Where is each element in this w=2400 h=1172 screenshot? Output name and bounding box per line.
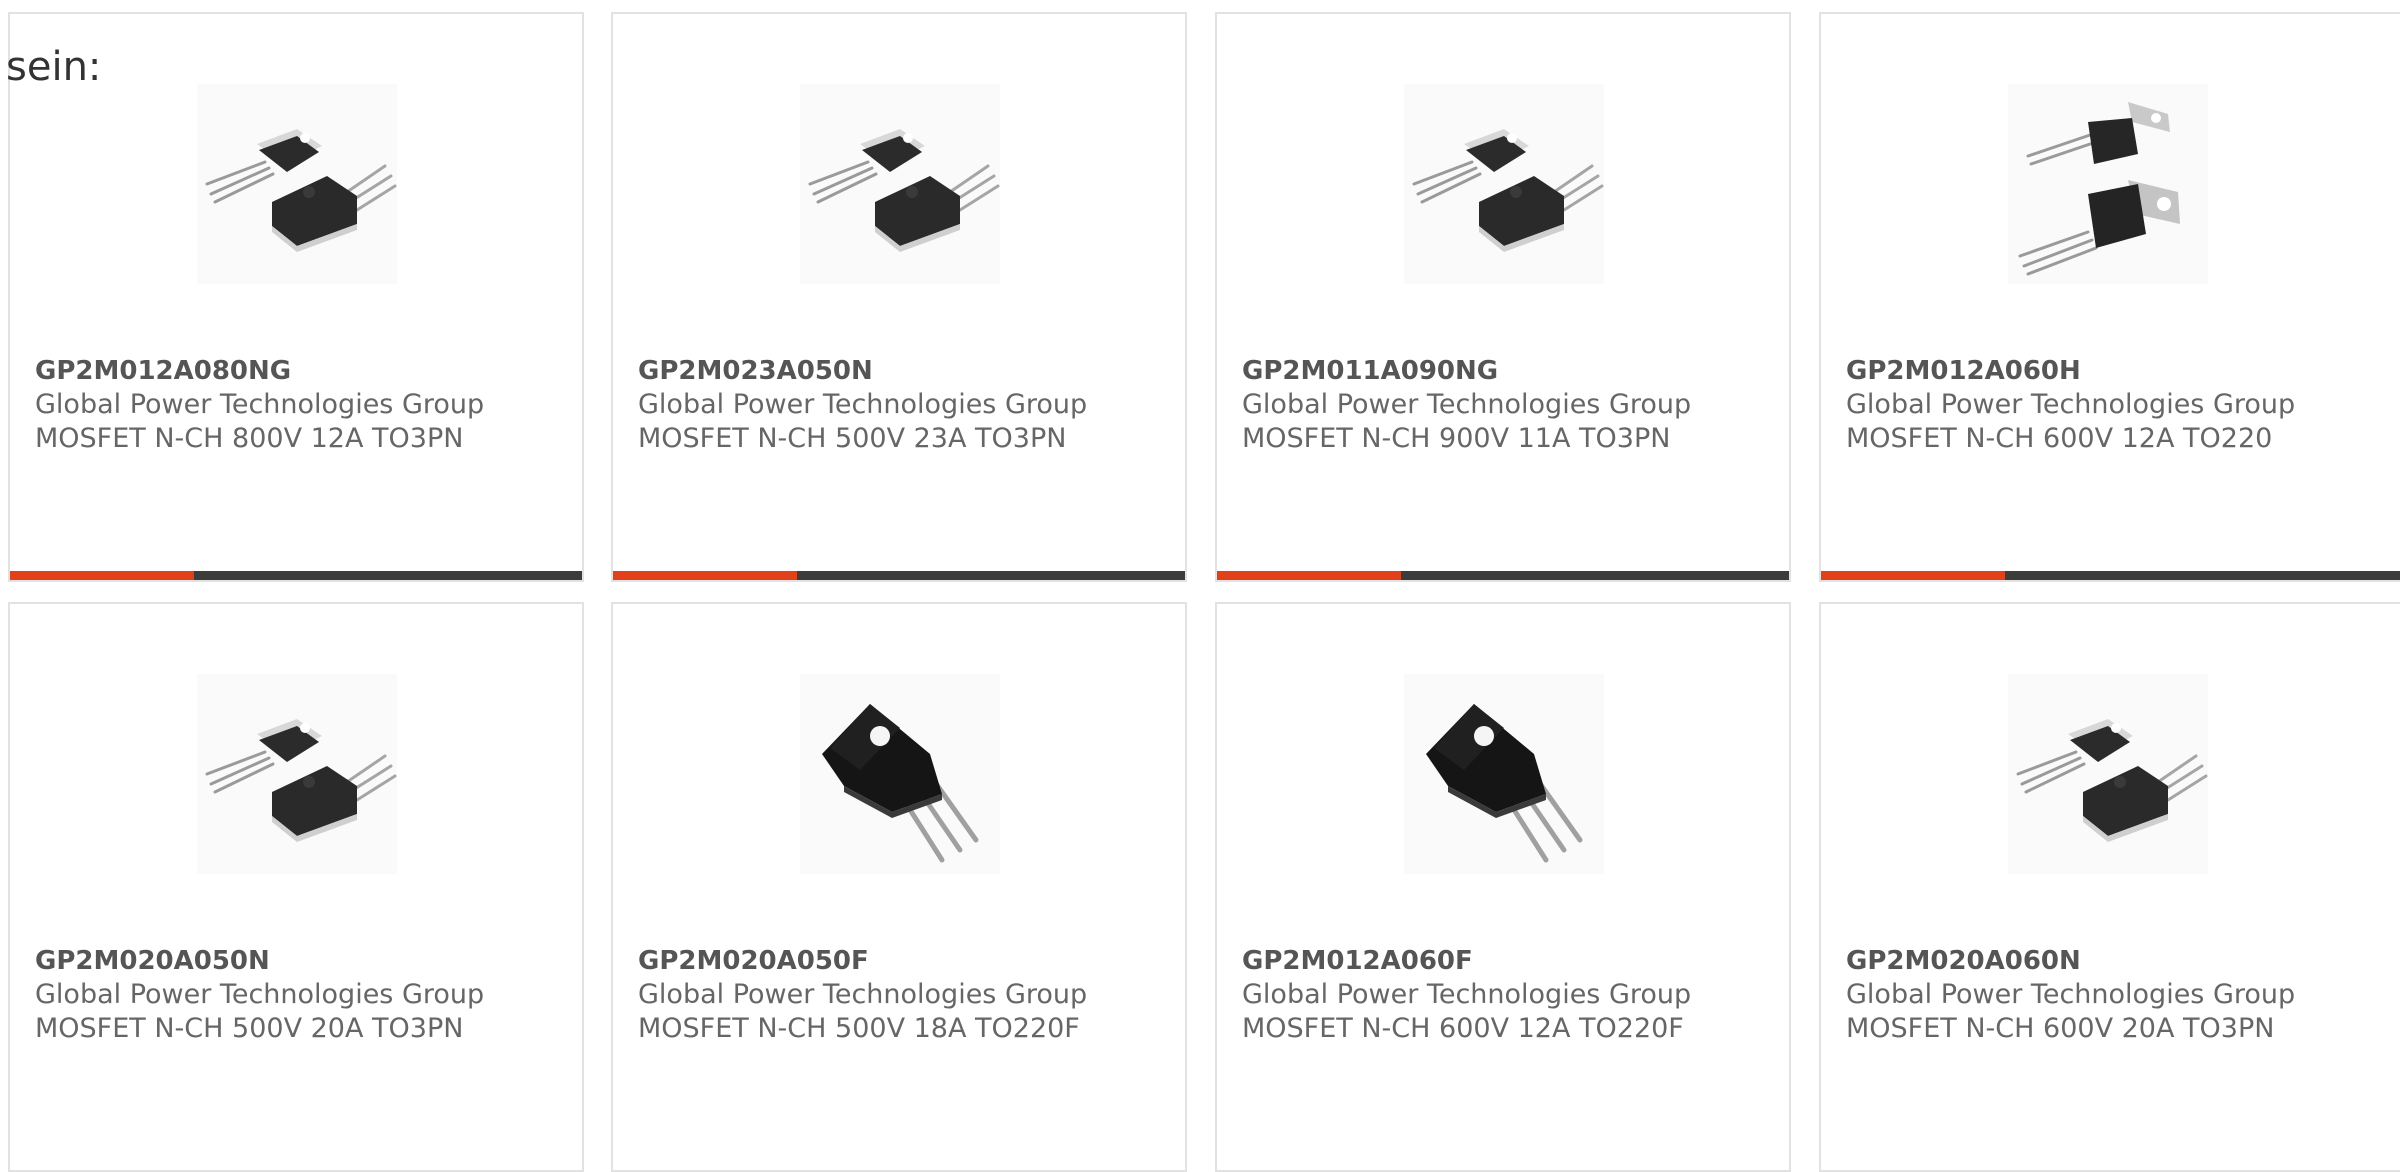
product-description: MOSFET N-CH 500V 23A TO3PN [638, 423, 1067, 454]
product-card[interactable]: GP2M011A090NG Global Power Technologies … [1215, 12, 1791, 582]
product-card[interactable]: GP2M023A050N Global Power Technologies G… [611, 12, 1187, 582]
card-accent-bar [1821, 571, 2005, 580]
product-manufacturer: Global Power Technologies Group [638, 979, 1088, 1010]
product-text: GP2M023A050N Global Power Technologies G… [638, 354, 1087, 456]
product-name[interactable]: GP2M020A050N [35, 944, 484, 978]
product-image[interactable] [1404, 84, 1604, 284]
product-manufacturer: Global Power Technologies Group [1846, 979, 2296, 1010]
to3pn-package-icon [808, 129, 1000, 252]
product-description: MOSFET N-CH 600V 12A TO220 [1846, 423, 2273, 454]
product-card[interactable]: GP2M012A060H Global Power Technologies G… [1819, 12, 2400, 582]
product-manufacturer: Global Power Technologies Group [1242, 389, 1692, 420]
card-accent-bar [613, 571, 797, 580]
product-description: MOSFET N-CH 600V 20A TO3PN [1846, 1013, 2275, 1044]
product-description: MOSFET N-CH 500V 20A TO3PN [35, 1013, 464, 1044]
product-card[interactable]: GP2M012A080NG Global Power Technologies … [8, 12, 584, 582]
product-image[interactable] [800, 674, 1000, 874]
product-text: GP2M012A080NG Global Power Technologies … [35, 354, 484, 456]
product-text: GP2M012A060H Global Power Technologies G… [1846, 354, 2295, 456]
card-footer-bar [613, 571, 1185, 580]
intro-text: sein: [6, 44, 102, 90]
product-text: GP2M020A050F Global Power Technologies G… [638, 944, 1087, 1046]
to3pn-package-icon [205, 129, 397, 252]
product-card[interactable]: GP2M012A060F Global Power Technologies G… [1215, 602, 1791, 1172]
to220f-package-icon [1426, 704, 1583, 863]
card-footer-bar [1217, 571, 1789, 580]
product-name[interactable]: GP2M020A060N [1846, 944, 2295, 978]
to3pn-package-icon [205, 719, 397, 842]
product-description: MOSFET N-CH 900V 11A TO3PN [1242, 423, 1671, 454]
product-manufacturer: Global Power Technologies Group [35, 389, 485, 420]
card-footer-bar [10, 571, 582, 580]
to220f-package-icon [822, 704, 979, 863]
product-text: GP2M020A050N Global Power Technologies G… [35, 944, 484, 1046]
product-name[interactable]: GP2M023A050N [638, 354, 1087, 388]
product-card[interactable]: GP2M020A050N Global Power Technologies G… [8, 602, 584, 1172]
product-manufacturer: Global Power Technologies Group [638, 389, 1088, 420]
product-image[interactable] [2008, 84, 2208, 284]
product-name[interactable]: GP2M012A080NG [35, 354, 484, 388]
product-card[interactable]: GP2M020A050F Global Power Technologies G… [611, 602, 1187, 1172]
product-image[interactable] [197, 84, 397, 284]
to3pn-package-icon [2016, 719, 2208, 842]
product-description: MOSFET N-CH 600V 12A TO220F [1242, 1013, 1684, 1044]
product-image[interactable] [800, 84, 1000, 284]
to3pn-package-icon [1412, 129, 1604, 252]
card-accent-bar [10, 571, 194, 580]
product-manufacturer: Global Power Technologies Group [1242, 979, 1692, 1010]
product-text: GP2M011A090NG Global Power Technologies … [1242, 354, 1691, 456]
product-manufacturer: Global Power Technologies Group [35, 979, 485, 1010]
product-text: GP2M020A060N Global Power Technologies G… [1846, 944, 2295, 1046]
card-accent-bar [1217, 571, 1401, 580]
product-card[interactable]: GP2M020A060N Global Power Technologies G… [1819, 602, 2400, 1172]
product-image[interactable] [197, 674, 397, 874]
product-manufacturer: Global Power Technologies Group [1846, 389, 2296, 420]
product-image[interactable] [1404, 674, 1604, 874]
product-text: GP2M012A060F Global Power Technologies G… [1242, 944, 1691, 1046]
product-name[interactable]: GP2M011A090NG [1242, 354, 1691, 388]
product-name[interactable]: GP2M012A060F [1242, 944, 1691, 978]
product-name[interactable]: GP2M020A050F [638, 944, 1087, 978]
product-description: MOSFET N-CH 800V 12A TO3PN [35, 423, 464, 454]
product-description: MOSFET N-CH 500V 18A TO220F [638, 1013, 1080, 1044]
product-image[interactable] [2008, 674, 2208, 874]
to220-package-icon [2018, 102, 2180, 276]
product-name[interactable]: GP2M012A060H [1846, 354, 2295, 388]
card-footer-bar [1821, 571, 2400, 580]
